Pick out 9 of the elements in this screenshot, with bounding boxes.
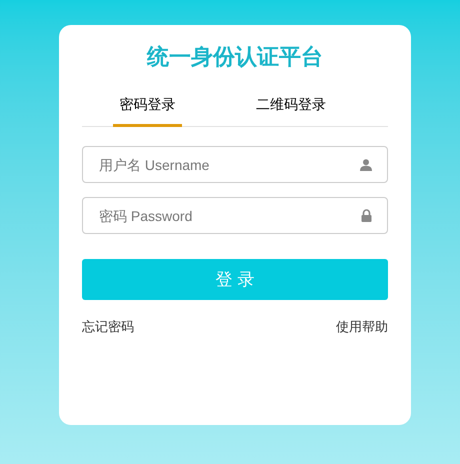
link[interactable]: 忘记密码 xyxy=(82,317,134,336)
page-title: 统一身份认证平台 xyxy=(146,43,324,71)
lock-icon xyxy=(361,209,372,222)
input-field[interactable]: 用户名 Username xyxy=(82,146,388,183)
tab[interactable]: 密码登录 xyxy=(113,91,182,127)
tab[interactable]: 二维码登录 xyxy=(246,91,336,127)
user-icon xyxy=(360,158,372,170)
input-field[interactable]: 密码 Password xyxy=(82,197,388,234)
link[interactable]: 使用帮助 xyxy=(336,317,388,336)
